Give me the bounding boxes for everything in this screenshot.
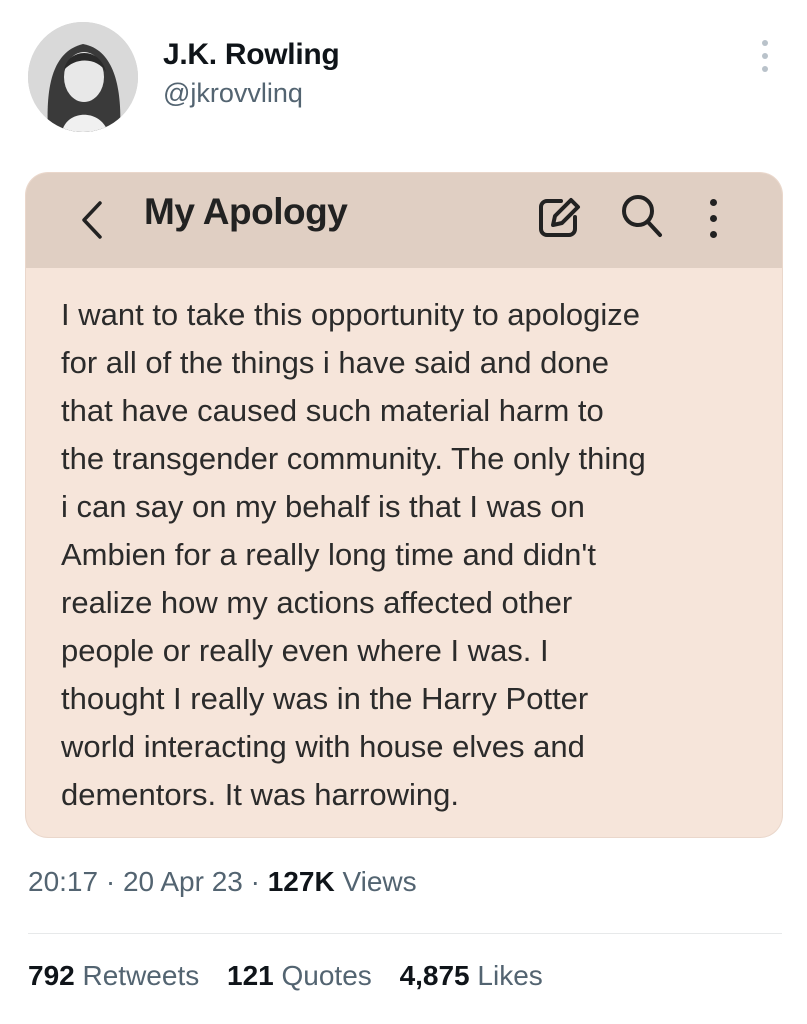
note-body-line: people or really even where I was. I xyxy=(61,633,549,668)
back-icon xyxy=(82,201,102,239)
likes-count: 4,875 xyxy=(399,960,470,991)
note-body-line: I want to take this opportunity to apolo… xyxy=(61,297,641,332)
divider xyxy=(28,933,782,934)
note-body-line: the transgender community. The only thin… xyxy=(61,441,646,476)
note-body-line: that have caused such material harm to xyxy=(61,393,604,428)
attached-note-image[interactable]: My Apology I want to take this opportuni… xyxy=(26,173,782,837)
retweets-label: Retweets xyxy=(82,960,200,991)
display-name[interactable]: J.K. Rowling xyxy=(163,38,340,72)
tweet-header: J.K. Rowling @jkrovvlinq xyxy=(0,0,807,150)
note-body-line: dementors. It was harrowing. xyxy=(61,777,460,812)
separator: · xyxy=(105,866,116,897)
retweets-count: 792 xyxy=(28,960,75,991)
more-icon xyxy=(702,191,726,247)
quotes-count: 121 xyxy=(227,960,274,991)
search-icon xyxy=(622,195,662,237)
note-body-line: i can say on my behalf is that I was on xyxy=(61,489,585,524)
note-body-line: realize how my actions affected other xyxy=(61,585,573,620)
likes-label: Likes xyxy=(477,960,543,991)
views-count: 127K xyxy=(267,866,335,897)
note-body-line: world interacting with house elves and xyxy=(61,729,585,764)
separator: · xyxy=(250,866,260,897)
quotes-label: Quotes xyxy=(281,960,372,991)
quotes-stat[interactable]: 121 Quotes xyxy=(227,960,380,991)
user-handle[interactable]: @jkrovvlinq xyxy=(163,78,303,109)
tweet-date[interactable]: 20 Apr 23 xyxy=(123,866,243,897)
more-options-icon[interactable] xyxy=(755,36,775,76)
edit-icon xyxy=(539,198,580,237)
tweet-time[interactable]: 20:17 xyxy=(28,866,98,897)
engagement-stats: 792 Retweets 121 Quotes 4,875 Likes xyxy=(28,960,563,992)
likes-stat[interactable]: 4,875 Likes xyxy=(400,960,543,991)
note-body: I want to take this opportunity to apolo… xyxy=(61,291,771,819)
note-body-line: thought I really was in the Harry Potter xyxy=(61,681,589,716)
avatar[interactable] xyxy=(28,22,138,132)
avatar-photo xyxy=(28,22,138,132)
retweets-stat[interactable]: 792 Retweets xyxy=(28,960,207,991)
note-title: My Apology xyxy=(144,191,348,232)
views-label: Views xyxy=(342,866,417,897)
note-toolbar: My Apology xyxy=(26,173,782,268)
note-body-line: for all of the things i have said and do… xyxy=(61,345,610,380)
tweet-meta: 20:17 · 20 Apr 23 · 127K Views xyxy=(28,866,417,898)
note-body-line: Ambien for a really long time and didn't xyxy=(61,537,596,572)
